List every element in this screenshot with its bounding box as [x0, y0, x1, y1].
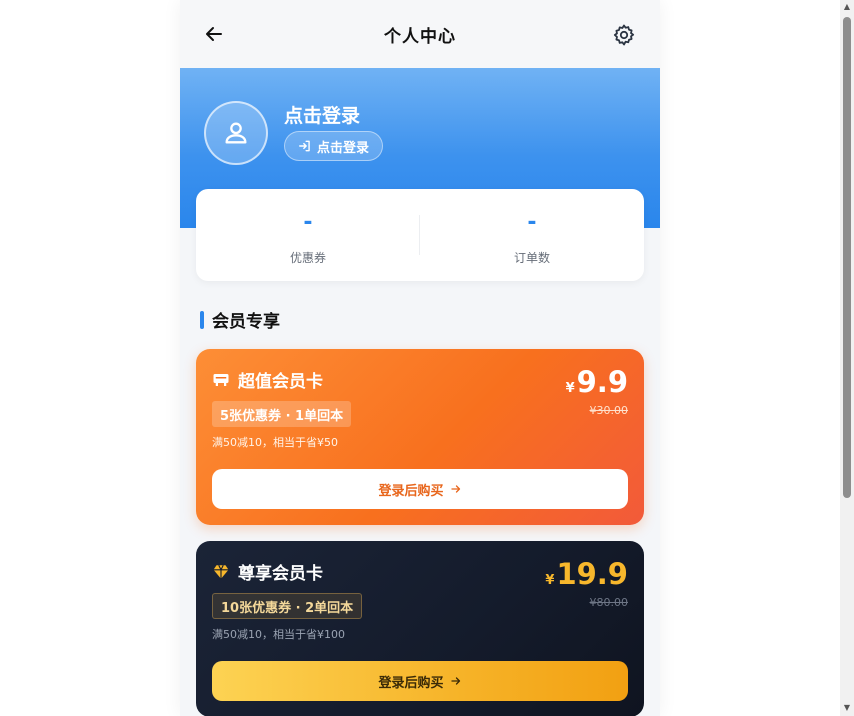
- card-header: 超值会员卡: [212, 367, 323, 392]
- membership-card-premium: 尊享会员卡 10张优惠券 · 2单回本 满50减10，相当于省¥100 ¥ 19…: [196, 541, 644, 716]
- card-icon: [213, 373, 229, 386]
- card-header: 尊享会员卡: [212, 559, 323, 584]
- stat-orders-value: -: [527, 210, 537, 235]
- price-currency: ¥: [545, 573, 555, 588]
- stats-panel: - 优惠券 - 订单数: [196, 189, 644, 281]
- membership-card-value: 超值会员卡 5张优惠券 · 1单回本 满50减10，相当于省¥50 ¥ 9.9 …: [196, 349, 644, 525]
- scroll-down-arrow-icon[interactable]: ▼: [842, 703, 852, 713]
- login-button[interactable]: 点击登录: [284, 131, 384, 161]
- stat-coupons-value: -: [303, 210, 313, 235]
- avatar[interactable]: [204, 101, 268, 165]
- card-price: ¥ 9.9: [566, 365, 628, 399]
- card-description: 满50减10，相当于省¥100: [212, 628, 345, 641]
- section-header: 会员专享: [200, 307, 280, 332]
- section-title: 会员专享: [212, 312, 280, 332]
- stat-coupons-label: 优惠券: [289, 251, 326, 265]
- card-description: 满50减10，相当于省¥50: [212, 436, 338, 449]
- price-currency: ¥: [565, 381, 575, 396]
- price-amount: 19.9: [556, 557, 628, 591]
- original-price: ¥30.00: [589, 404, 629, 417]
- buy-button-label: 登录后购买: [378, 675, 444, 691]
- section-accent-bar: [200, 310, 204, 329]
- card-name: 超值会员卡: [238, 372, 323, 392]
- profile-name[interactable]: 点击登录: [284, 101, 360, 128]
- page-title: 个人中心: [384, 26, 456, 47]
- stat-orders-label: 订单数: [513, 251, 550, 265]
- arrow-left-icon[interactable]: [202, 22, 226, 46]
- stats-divider: [419, 215, 420, 255]
- diamond-icon: [213, 564, 229, 579]
- stat-orders[interactable]: - 订单数: [420, 189, 644, 281]
- card-name: 尊享会员卡: [238, 564, 323, 584]
- buy-button[interactable]: 登录后购买: [212, 469, 628, 509]
- gear-icon[interactable]: [612, 23, 636, 47]
- buy-button-label: 登录后购买: [378, 483, 444, 499]
- card-tag: 5张优惠券 · 1单回本: [212, 401, 352, 427]
- scroll-up-arrow-icon[interactable]: ▲: [842, 2, 852, 12]
- buy-button[interactable]: 登录后购买: [212, 661, 628, 701]
- scrollbar-thumb[interactable]: [843, 17, 851, 498]
- original-price: ¥80.00: [589, 596, 629, 609]
- arrow-right-icon: [450, 485, 460, 493]
- card-price: ¥ 19.9: [545, 557, 628, 591]
- login-button-label: 点击登录: [317, 140, 370, 156]
- card-tag: 10张优惠券 · 2单回本: [212, 593, 363, 619]
- stat-coupons[interactable]: - 优惠券: [196, 189, 420, 281]
- user-icon: [225, 122, 247, 144]
- price-amount: 9.9: [576, 365, 628, 399]
- arrow-right-icon: [450, 677, 460, 685]
- top-bar: 个人中心: [180, 0, 660, 68]
- page-scrollbar[interactable]: ▲ ▼: [840, 0, 854, 716]
- app-frame: 个人中心 点击登录 点击登录 - 优惠券 - 订单数 会员专享 超值会员卡 5张…: [180, 0, 660, 716]
- login-icon: [299, 140, 310, 152]
